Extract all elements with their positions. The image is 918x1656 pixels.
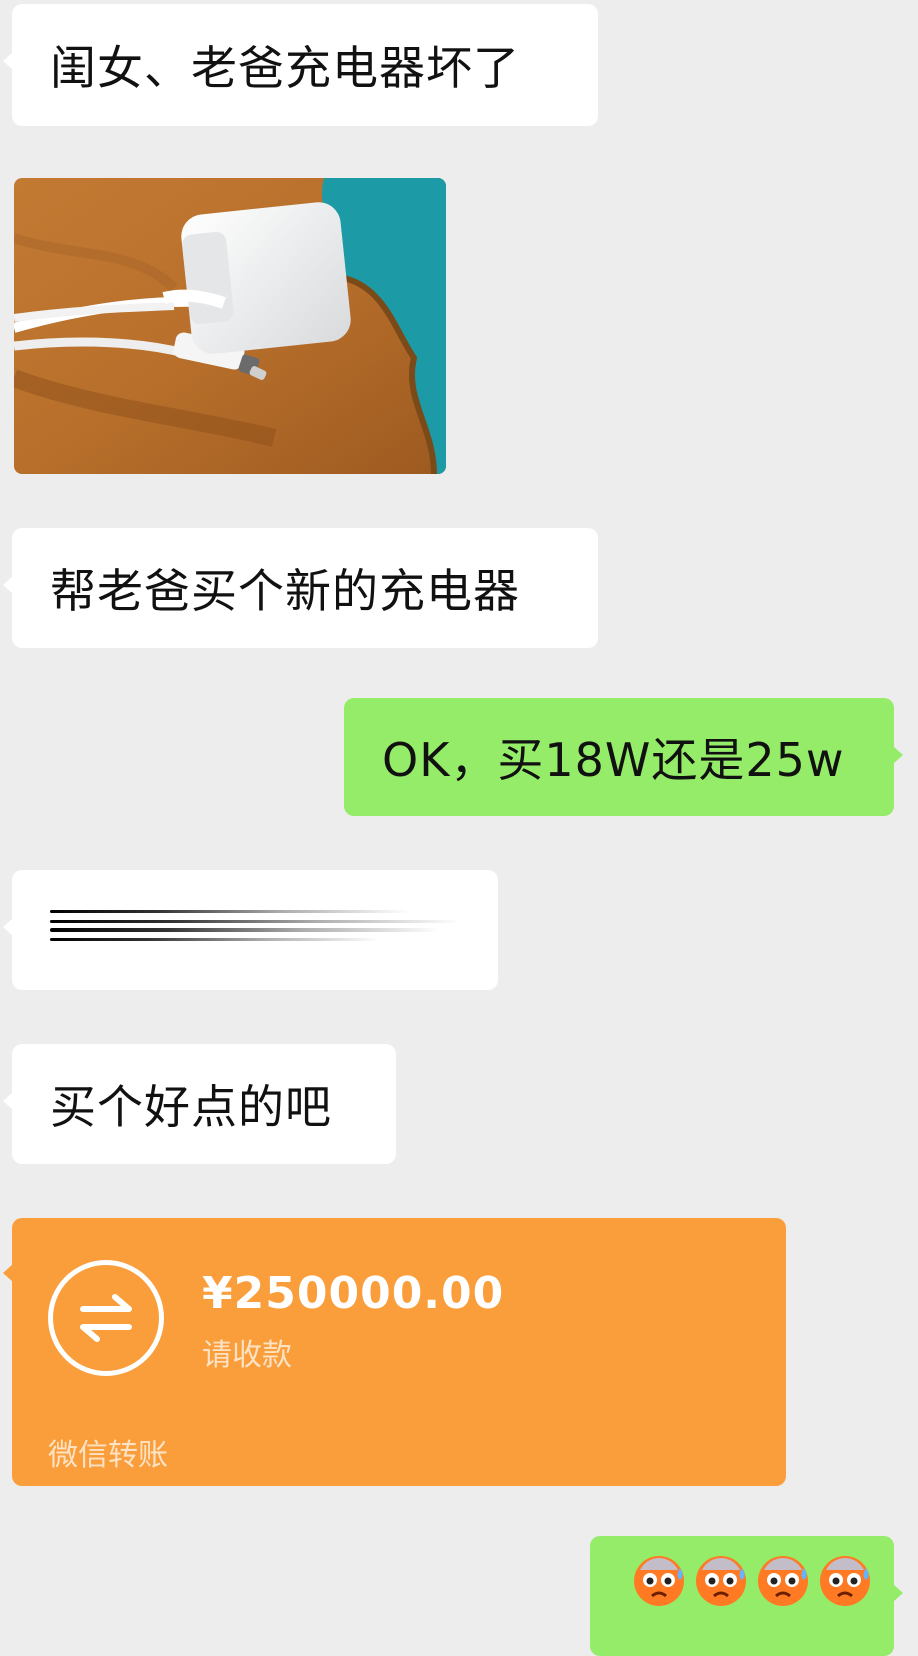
incoming-message-bubble[interactable]: 帮老爸买个新的充电器	[3, 528, 598, 648]
scribble-line	[50, 920, 460, 923]
message-text: 帮老爸买个新的充电器	[50, 564, 520, 618]
transfer-icon	[48, 1260, 164, 1376]
incoming-message-bubble[interactable]: 闺女、老爸充电器坏了	[3, 4, 598, 126]
transfer-status: 请收款	[202, 1338, 292, 1373]
outgoing-message-bubble[interactable]: OK，买18W还是25w	[344, 698, 903, 816]
transfer-footer-label: 微信转账	[48, 1438, 168, 1473]
scribble-line	[50, 910, 410, 913]
sweating-face-emoji	[696, 1556, 746, 1606]
scribble-line	[50, 928, 440, 932]
scribbled-message-bubble[interactable]	[3, 870, 498, 990]
transfer-amount: ¥250000.00	[202, 1268, 505, 1319]
message-text: OK，买18W还是25w	[382, 733, 845, 787]
wechat-transfer-card[interactable]: ¥250000.00 请收款 微信转账	[3, 1218, 786, 1486]
outgoing-emoji-bubble[interactable]	[590, 1536, 903, 1656]
emoji-row	[630, 1550, 874, 1608]
sweating-face-emoji	[820, 1556, 870, 1606]
scribble-line	[50, 938, 380, 941]
incoming-message-bubble[interactable]: 买个好点的吧	[3, 1044, 396, 1164]
charger-photo	[14, 178, 446, 474]
sweating-face-emoji	[634, 1556, 684, 1606]
sweating-face-emoji	[758, 1556, 808, 1606]
message-text: 闺女、老爸充电器坏了	[50, 41, 520, 95]
charger-photo-message[interactable]	[14, 178, 446, 474]
message-text: 买个好点的吧	[50, 1080, 332, 1134]
